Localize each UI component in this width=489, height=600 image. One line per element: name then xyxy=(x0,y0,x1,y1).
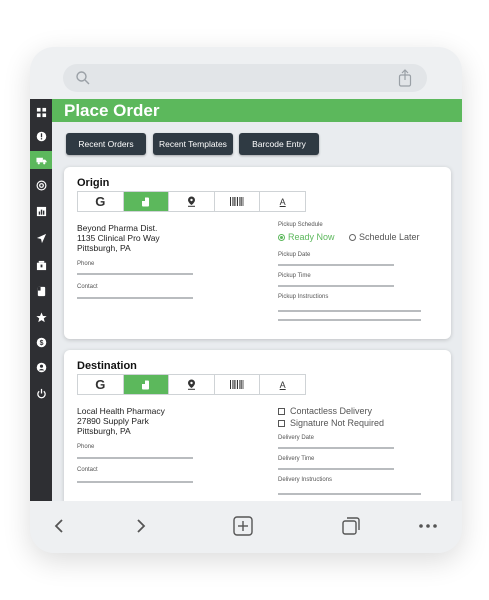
schedule-later-radio[interactable]: Schedule Later xyxy=(349,232,420,242)
destination-phone-field[interactable] xyxy=(77,457,193,459)
share-icon[interactable] xyxy=(397,69,413,87)
destination-contact-field[interactable] xyxy=(77,481,193,483)
address-book-icon[interactable] xyxy=(123,192,170,211)
barcode-entry-button[interactable]: Barcode Entry xyxy=(239,133,319,155)
pickup-schedule-label: Pickup Schedule xyxy=(278,222,323,228)
delivery-date-label: Delivery Date xyxy=(278,435,315,441)
power-icon[interactable] xyxy=(30,384,52,402)
destination-title: Destination xyxy=(77,360,137,372)
ready-now-radio[interactable]: Ready Now xyxy=(278,232,335,242)
truck-icon[interactable] xyxy=(30,151,52,169)
back-icon[interactable] xyxy=(48,515,70,537)
destination-card: Destination G A Local Health Pharmacy 27… xyxy=(64,350,451,501)
tabs-icon[interactable] xyxy=(340,515,362,537)
destination-source-tabs: G A xyxy=(77,374,306,395)
search-icon xyxy=(76,71,90,85)
contactless-label: Contactless Delivery xyxy=(290,406,373,416)
location-arrow-icon[interactable] xyxy=(30,229,52,247)
more-icon[interactable] xyxy=(417,515,439,537)
font-tab-glyph: A xyxy=(279,379,286,390)
svg-text:$: $ xyxy=(39,339,43,346)
font-icon[interactable]: A xyxy=(260,192,305,211)
font-icon[interactable]: A xyxy=(260,375,305,394)
pickup-instructions-line-1[interactable] xyxy=(278,310,421,312)
sidebar: $ xyxy=(30,99,52,501)
origin-name: Beyond Pharma Dist. xyxy=(77,223,158,233)
browser-address-bar[interactable] xyxy=(63,64,427,92)
destination-phone-label: Phone xyxy=(77,444,95,450)
checkbox-empty-icon xyxy=(278,407,285,415)
pickup-time-field[interactable] xyxy=(278,285,394,287)
barcode-icon[interactable] xyxy=(215,192,261,211)
destination-city: Pittsburgh, PA xyxy=(77,426,131,436)
at-sign-icon[interactable] xyxy=(30,176,52,194)
origin-city: Pittsburgh, PA xyxy=(77,243,131,253)
recent-orders-button[interactable]: Recent Orders xyxy=(66,133,146,155)
address-book-icon[interactable] xyxy=(30,282,52,300)
tablet-frame: $ Place Order Recent Orders Recent Templ… xyxy=(30,47,462,553)
delivery-instructions-label: Delivery Instructions xyxy=(278,477,333,483)
origin-phone-label: Phone xyxy=(77,261,95,267)
page-title: Place Order xyxy=(64,101,160,120)
barcode-icon[interactable] xyxy=(215,375,261,394)
destination-contact-label: Contact xyxy=(77,467,98,473)
ready-now-label: Ready Now xyxy=(288,232,335,242)
star-icon[interactable] xyxy=(30,308,52,326)
new-tab-icon[interactable] xyxy=(232,515,254,537)
box-icon[interactable] xyxy=(30,256,52,274)
signature-label: Signature Not Required xyxy=(290,418,385,428)
forward-icon[interactable] xyxy=(130,515,152,537)
app-content: Place Order Recent Orders Recent Templat… xyxy=(52,99,462,501)
pickup-time-label: Pickup Time xyxy=(278,273,311,279)
recent-templates-button[interactable]: Recent Templates xyxy=(153,133,233,155)
delivery-date-field[interactable] xyxy=(278,447,394,449)
delivery-time-field[interactable] xyxy=(278,468,394,470)
radio-empty-icon xyxy=(349,233,356,241)
pickup-instructions-line-2[interactable] xyxy=(278,319,421,321)
origin-title: Origin xyxy=(77,177,110,189)
origin-street: 1135 Clinical Pro Way xyxy=(77,233,160,243)
user-icon[interactable] xyxy=(30,358,52,376)
pickup-instructions-label: Pickup Instructions xyxy=(278,294,329,300)
destination-name: Local Health Pharmacy xyxy=(77,406,165,416)
alert-icon[interactable] xyxy=(30,127,52,145)
map-pin-icon[interactable] xyxy=(169,192,215,211)
origin-phone-field[interactable] xyxy=(77,273,193,275)
checkbox-empty-icon xyxy=(278,419,285,427)
address-book-icon[interactable] xyxy=(123,375,170,394)
pickup-date-field[interactable] xyxy=(278,264,394,266)
radio-selected-icon xyxy=(278,233,285,241)
map-pin-icon[interactable] xyxy=(169,375,215,394)
font-tab-glyph: A xyxy=(279,196,286,207)
delivery-time-label: Delivery Time xyxy=(278,456,315,462)
chart-icon[interactable] xyxy=(30,202,52,220)
delivery-instructions-line-1[interactable] xyxy=(278,493,421,495)
schedule-later-label: Schedule Later xyxy=(359,232,420,242)
google-icon[interactable]: G xyxy=(78,192,124,211)
browser-toolbar xyxy=(30,501,462,553)
google-icon[interactable]: G xyxy=(78,375,124,394)
contactless-delivery-checkbox[interactable]: Contactless Delivery xyxy=(278,406,372,416)
google-tab-glyph: G xyxy=(95,194,106,209)
pickup-date-label: Pickup Date xyxy=(278,252,311,258)
origin-contact-field[interactable] xyxy=(77,297,193,299)
dollar-icon[interactable]: $ xyxy=(30,333,52,351)
origin-source-tabs: G A xyxy=(77,191,306,212)
header-bar: Place Order xyxy=(52,99,462,122)
signature-not-required-checkbox[interactable]: Signature Not Required xyxy=(278,418,384,428)
grid-icon[interactable] xyxy=(30,103,52,121)
destination-street: 27890 Supply Park xyxy=(77,416,149,426)
google-tab-glyph: G xyxy=(95,377,106,392)
origin-contact-label: Contact xyxy=(77,284,98,290)
origin-card: Origin G A Beyond Pharma Dist. 1135 Clin… xyxy=(64,167,451,339)
